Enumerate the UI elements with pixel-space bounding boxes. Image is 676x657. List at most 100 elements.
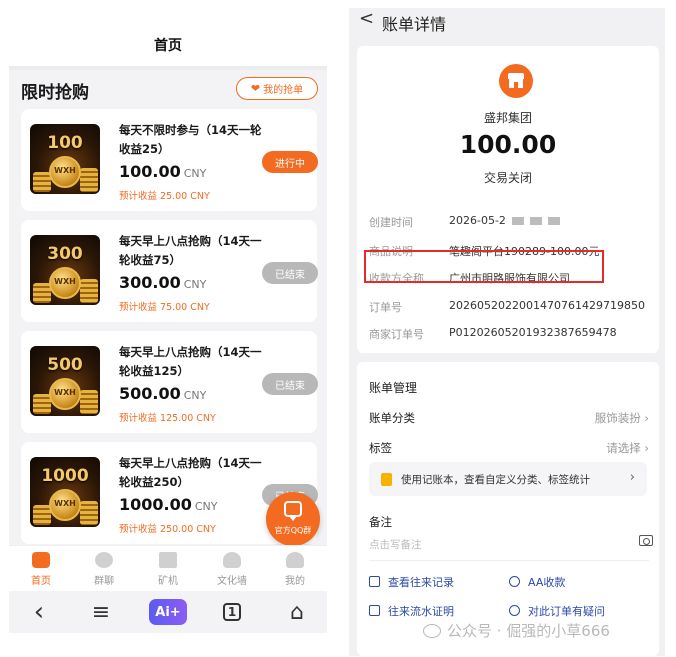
question-icon [509,605,520,616]
expected-earnings: 预计收益 250.00 CNY [119,524,216,535]
coin-icon: WXH [49,378,81,410]
detail-value: 2026-05-2 [449,214,560,227]
product-card[interactable]: 500 WXH 每天早上八点抢购（14天一轮收益125） 500.00 CNY 预… [21,331,318,433]
document-icon [369,605,380,616]
product-name: 每天不限时参与（14天一轮收益25） [119,123,262,156]
tab-group-chat[interactable]: 群聊 [72,552,136,587]
system-nav-bar: ‹ ≡ Ai+ 1 ⌂ [9,591,327,633]
product-price: 1000.00 CNY [119,495,218,514]
number-one-icon[interactable]: 1 [223,603,241,621]
heart-icon [223,552,241,568]
category-row[interactable]: 账单分类 服饰装扮 › [369,410,649,428]
coin-stack-icon [80,168,98,192]
product-image: 500 WXH [30,346,100,416]
my-orders-label: 我的抢单 [263,85,304,96]
back-icon[interactable]: < [359,8,374,29]
product-badge: 1000 [41,466,89,486]
product-card[interactable]: 100 WXH 每天不限时参与（14天一轮收益25） 100.00 CNY 预计收… [21,109,318,211]
ledger-tip-banner[interactable]: 使用记账本，查看自定义分类、标签统计 › [369,462,647,496]
coin-label: WXH [54,277,76,286]
merchant-name: 盛邦集团 [483,111,532,125]
price-currency: CNY [183,278,207,291]
redacted-mask [511,217,524,225]
category-label: 账单分类 [369,411,415,425]
amount: 100.00 [459,130,557,159]
qq-group-label: 官方QQ群 [274,526,312,535]
coin-label: WXH [54,499,76,508]
tag-label: 标签 [369,441,392,455]
people-icon [95,552,113,568]
camera-icon[interactable] [639,535,653,546]
product-price: 500.00 CNY [119,384,206,403]
product-price: 300.00 CNY [119,273,206,292]
tip-text: 使用记账本，查看自定义分类、标签统计 [401,474,590,486]
product-name: 每天早上八点抢购（14天一轮收益75） [119,234,262,267]
price-value: 100.00 [119,162,181,181]
coin-label: WXH [54,388,76,397]
redacted-mask [547,217,560,225]
coin-stack-icon [80,390,98,414]
status-button[interactable]: 已结束 [262,373,318,395]
tab-label: 我的 [285,576,305,587]
management-title: 账单管理 [369,381,418,395]
menu-icon[interactable]: ≡ [88,600,114,625]
coin-stack-icon [80,279,98,303]
tab-culture-wall[interactable]: 文化墙 [200,552,264,587]
category-value: 服饰装扮 › [594,411,649,425]
bottom-tab-bar: 首页 群聊 矿机 文化墙 我的 [9,545,327,591]
product-card[interactable]: 300 WXH 每天早上八点抢购（14天一轮收益75） 300.00 CNY 预计… [21,220,318,322]
price-currency: CNY [183,167,207,180]
tab-profile[interactable]: 我的 [263,552,327,587]
ai-button[interactable]: Ai+ [149,599,187,625]
expected-earnings: 预计收益 125.00 CNY [119,413,216,424]
status-button[interactable]: 进行中 [262,151,318,173]
my-orders-button[interactable]: ❤ 我的抢单 [236,77,318,100]
highlight-box [364,250,604,283]
server-icon [159,552,177,568]
statement-proof-link[interactable]: 往来流水证明 [369,603,454,619]
chat-icon [284,501,302,521]
chevron-right-icon: › [629,470,635,485]
detail-key: 订单号 [369,301,402,314]
product-image: 100 WXH [30,124,100,194]
note-input[interactable]: 点击写备注 [369,537,422,552]
view-records-link[interactable]: 查看往来记录 [369,574,454,590]
coin-icon: WXH [49,489,81,521]
status-button[interactable]: 已结束 [262,262,318,284]
product-badge: 500 [47,355,83,375]
order-question-link[interactable]: 对此订单有疑问 [509,603,605,619]
price-value: 1000.00 [119,495,192,514]
aa-icon [509,576,520,587]
product-badge: 100 [47,133,83,153]
qq-group-button[interactable]: 官方QQ群 [266,492,320,546]
product-badge: 300 [47,244,83,264]
page-title: 首页 [154,38,182,54]
tab-label: 群聊 [94,576,114,587]
tab-label: 文化墙 [217,576,247,587]
user-icon [286,552,304,568]
tab-home[interactable]: 首页 [9,552,73,587]
coin-stack-icon [80,501,98,525]
product-price: 100.00 CNY [119,162,206,181]
shop-icon [499,64,533,98]
header: < 账单详情 [349,8,665,34]
coin-label: WXH [54,166,76,175]
home-icon [32,552,50,568]
lightbulb-icon [381,473,392,486]
wechat-icon [423,624,441,638]
aa-collect-link[interactable]: AA收款 [509,574,565,590]
price-value: 300.00 [119,273,181,292]
redacted-mask [529,217,542,225]
tag-row[interactable]: 标签 请选择 › [369,440,649,458]
trade-status: 交易关闭 [483,171,532,185]
tab-miner[interactable]: 矿机 [136,552,200,587]
record-icon [369,576,380,587]
chevron-right-icon: › [644,441,649,455]
back-icon[interactable]: ‹ [26,597,52,627]
home-icon[interactable]: ⌂ [284,600,310,625]
section-title: 限时抢购 [21,83,89,103]
divider [9,66,327,70]
chevron-right-icon: › [644,411,649,425]
tab-label: 矿机 [158,576,178,587]
coin-icon: WXH [49,156,81,188]
